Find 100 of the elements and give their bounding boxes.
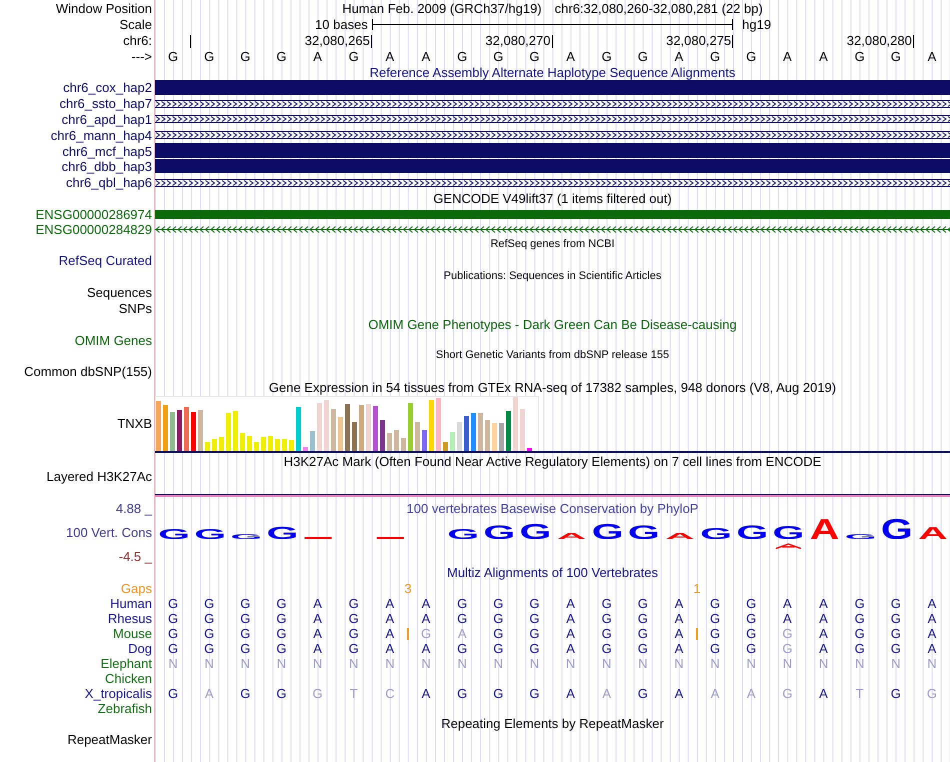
aligned-base: A <box>386 610 394 626</box>
base-letter: G <box>529 48 540 64</box>
expression-bar <box>317 402 322 451</box>
track-title: Multiz Alignments of 100 Vertebrates <box>446 565 658 580</box>
track-label[interactable]: chr6_mcf_hap5 <box>62 144 152 159</box>
expression-bar <box>401 438 406 451</box>
expression-bar <box>191 412 196 451</box>
expression-bar <box>478 412 483 451</box>
expression-bar <box>184 406 189 451</box>
logo-letter: G <box>592 518 624 544</box>
track-label[interactable]: ENSG00000286974 <box>36 206 152 222</box>
aligned-base: G <box>602 596 612 611</box>
aligned-base: G <box>312 686 323 701</box>
aligned-base: A <box>674 640 684 656</box>
track-label[interactable]: chr6_dbb_hap3 <box>62 159 152 174</box>
aligned-base: G <box>854 626 865 641</box>
track-label[interactable]: Sequences <box>86 285 152 300</box>
expression-bar <box>219 436 224 451</box>
track-label[interactable]: RefSeq Curated <box>58 253 152 268</box>
track-label[interactable]: chr6_apd_hap1 <box>62 112 152 127</box>
base-letter: A <box>386 48 394 64</box>
track-label[interactable]: chr6_qbl_hap6 <box>66 175 152 190</box>
logo-letter: G <box>736 520 768 543</box>
track-label[interactable]: TNXB <box>117 416 152 431</box>
aligned-base: N <box>602 656 612 671</box>
aligned-base: G <box>276 686 287 701</box>
aligned-base: G <box>276 626 287 641</box>
row-label: Scale <box>119 16 152 32</box>
track-label[interactable]: 100 Vert. Cons <box>66 525 152 540</box>
expression-bar <box>520 408 525 451</box>
aligned-base: G <box>890 626 901 641</box>
expression-bar <box>254 442 259 451</box>
track-label[interactable]: Common dbSNP(155) <box>24 364 152 380</box>
aligned-base: G <box>348 640 359 656</box>
track-label[interactable]: chr6_mann_hap4 <box>50 128 152 143</box>
aligned-base: N <box>349 656 358 671</box>
aligned-base: A <box>422 640 430 656</box>
track-label[interactable]: Layered H3K27Ac <box>46 469 152 484</box>
species-label: Rhesus <box>108 610 152 626</box>
aligned-base: G <box>854 610 865 626</box>
expression-bar <box>408 402 413 451</box>
aligned-base: G <box>529 626 540 641</box>
aligned-base: G <box>168 610 178 626</box>
chevron-line[interactable] <box>155 226 950 233</box>
track-label[interactable]: chr6_cox_hap2 <box>63 80 152 96</box>
expression-bar <box>464 416 469 451</box>
aligned-base: A <box>819 626 828 641</box>
aligned-base: A <box>204 686 214 701</box>
logo-mark-icon <box>776 542 802 549</box>
expression-bar <box>513 396 518 451</box>
aligned-base: A <box>566 596 575 611</box>
track-label[interactable]: RepeatMasker <box>67 732 152 747</box>
expression-bar <box>331 408 336 451</box>
aligned-base: N <box>566 656 576 671</box>
logo-letter: G <box>158 525 190 542</box>
aligned-base: N <box>204 656 214 671</box>
track-label[interactable]: ENSG00000284829 <box>36 222 152 237</box>
assembly-label: hg19 <box>742 16 772 32</box>
track-label[interactable]: SNPs <box>118 301 152 316</box>
aligned-base: N <box>168 656 178 671</box>
aligned-base: G <box>638 640 648 656</box>
aligned-base: N <box>638 656 648 671</box>
track-label[interactable]: chr6_ssto_hap7 <box>59 96 152 112</box>
aligned-base: G <box>529 610 540 626</box>
position-range: chr6:32,080,260-32,080,281 (22 bp) <box>554 0 763 16</box>
aligned-base: A <box>710 686 720 701</box>
track-title: Publications: Sequences in Scientific Articles <box>444 269 662 284</box>
base-letter: G <box>638 48 648 64</box>
aligned-base: A <box>819 686 828 701</box>
aligned-base: G <box>276 640 287 656</box>
expression-bar <box>324 400 329 451</box>
track-label[interactable]: OMIM Genes <box>74 332 152 348</box>
track-title: GENCODE V49lift37 (1 items filtered out) <box>433 191 672 206</box>
aligned-base: G <box>926 686 937 701</box>
expression-bar <box>492 422 497 451</box>
expression-bar <box>394 430 399 451</box>
aligned-base: G <box>240 640 250 656</box>
aligned-base: A <box>313 626 322 641</box>
species-label: Mouse <box>112 626 152 641</box>
ruler-tick-icon <box>190 35 192 48</box>
base-letter: G <box>854 48 865 64</box>
aligned-base: A <box>674 596 684 611</box>
aligned-base: T <box>856 686 864 701</box>
expression-bar <box>163 404 168 451</box>
feature-bar[interactable] <box>155 158 950 174</box>
aligned-base: G <box>638 686 648 701</box>
aligned-base: A <box>783 610 792 626</box>
base-letter: G <box>890 48 901 64</box>
aligned-base: A <box>819 596 828 611</box>
logo-letter: G <box>194 525 226 542</box>
expression-bar <box>233 410 238 451</box>
base-letter: G <box>457 48 468 64</box>
aligned-base: A <box>928 626 936 641</box>
expression-bar <box>471 412 476 451</box>
aligned-base: G <box>529 640 540 656</box>
feature-bar[interactable] <box>155 210 950 219</box>
expression-bar <box>261 436 266 451</box>
expression-bar <box>436 398 441 451</box>
logo-letter: G <box>628 520 660 543</box>
expression-bar <box>345 404 350 451</box>
